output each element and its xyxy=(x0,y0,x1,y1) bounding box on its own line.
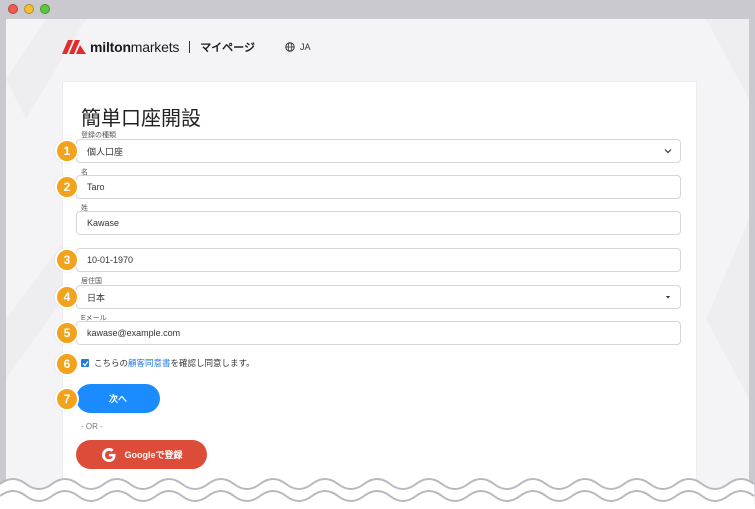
google-signup-button[interactable]: Googleで登録 xyxy=(76,440,207,469)
last-name-input[interactable]: Kawase xyxy=(76,211,681,235)
or-divider: - OR - xyxy=(81,422,103,431)
mypage-link[interactable]: マイページ xyxy=(200,39,255,55)
step-badge-3: 3 xyxy=(55,248,79,272)
consent-checkbox[interactable] xyxy=(81,359,89,367)
chevron-down-icon xyxy=(664,149,672,154)
last-name-value: Kawase xyxy=(87,218,120,228)
consent-row: こちらの 顧客同意書 を確認し同意します。 xyxy=(81,357,255,369)
caret-down-icon xyxy=(666,296,670,299)
signup-card: 簡単口座開設 登録の種類 個人口座 1 名 Taro 2 姓 Kawase 10… xyxy=(55,81,697,509)
birthdate-value: 10-01-1970 xyxy=(87,255,134,265)
step-badge-1: 1 xyxy=(55,139,79,163)
language-selector[interactable]: JA xyxy=(285,42,311,52)
maximize-window-button[interactable] xyxy=(40,4,50,14)
account-type-select[interactable]: 個人口座 xyxy=(76,139,681,163)
brand-logo-text[interactable]: miltonmarkets xyxy=(90,39,179,55)
consent-text-after: を確認し同意します。 xyxy=(170,358,255,368)
email-value: kawase@example.com xyxy=(87,328,181,338)
title-bar xyxy=(0,0,755,19)
step-badge-7: 7 xyxy=(55,387,79,411)
residence-select[interactable]: 日本 xyxy=(76,285,681,309)
checkmark-icon xyxy=(82,360,89,366)
torn-edge-wave xyxy=(0,478,755,509)
globe-icon xyxy=(285,42,295,52)
close-window-button[interactable] xyxy=(8,4,18,14)
consent-agreement-link[interactable]: 顧客同意書 xyxy=(128,357,171,369)
step-badge-6: 6 xyxy=(55,352,79,376)
google-signup-label: Googleで登録 xyxy=(124,450,183,460)
language-code: JA xyxy=(299,42,311,52)
email-input[interactable]: kawase@example.com xyxy=(76,321,681,345)
browser-window: miltonmarkets マイページ JA 簡単口座開設 登録の種類 個人口座… xyxy=(0,0,755,509)
step-badge-4: 4 xyxy=(55,285,79,309)
page-viewport: miltonmarkets マイページ JA 簡単口座開設 登録の種類 個人口座… xyxy=(6,19,749,509)
step-badge-5: 5 xyxy=(55,321,79,345)
step-badge-2: 2 xyxy=(55,175,79,199)
minimize-window-button[interactable] xyxy=(24,4,34,14)
brand-bold: milton xyxy=(90,39,131,55)
site-header: miltonmarkets マイページ JA xyxy=(62,37,310,57)
first-name-value: Taro xyxy=(87,182,105,192)
milton-markets-logo-icon[interactable] xyxy=(62,40,86,54)
residence-value: 日本 xyxy=(87,292,106,303)
birthdate-input[interactable]: 10-01-1970 xyxy=(76,248,681,272)
brand-light: markets xyxy=(130,39,180,55)
first-name-input[interactable]: Taro xyxy=(76,175,681,199)
account-type-value: 個人口座 xyxy=(87,146,124,157)
page-title: 簡単口座開設 xyxy=(81,108,201,130)
google-g-icon xyxy=(101,447,115,462)
header-divider xyxy=(189,41,191,53)
consent-text-before: こちらの xyxy=(94,358,129,368)
next-button[interactable]: 次へ xyxy=(76,384,160,413)
